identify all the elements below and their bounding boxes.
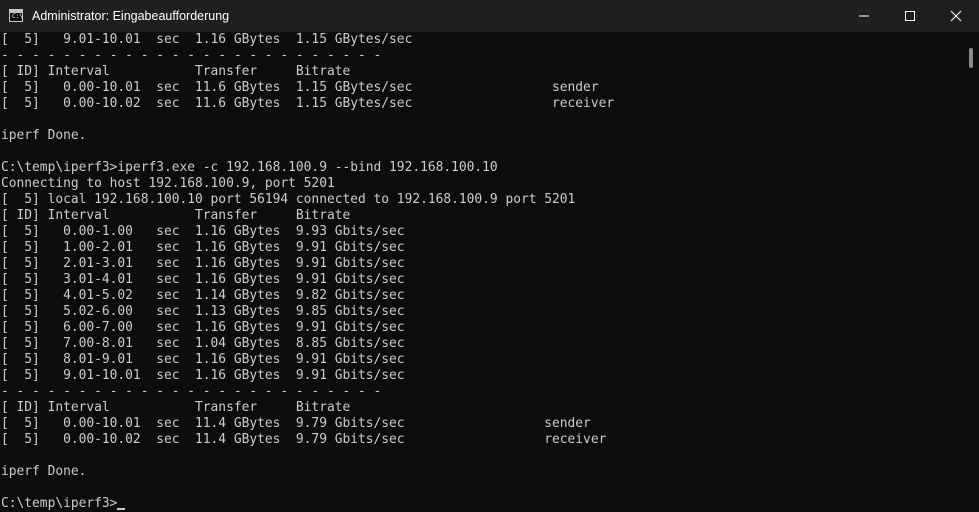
command-prompt-window: C:\ Administrator: Eingabeaufforderung [… — [0, 0, 979, 512]
console-line: [ 5] 0.00-10.02 sec 11.6 GBytes 1.15 GBy… — [1, 96, 615, 111]
console-line: [ 5] 0.00-1.00 sec 1.16 GBytes 9.93 Gbit… — [1, 224, 405, 239]
console-line: [ 5] 9.01-10.01 sec 1.16 GBytes 1.15 GBy… — [1, 32, 413, 47]
console-line: [ 5] 0.00-10.01 sec 11.6 GBytes 1.15 GBy… — [1, 80, 599, 95]
minimize-icon — [859, 15, 869, 17]
console-line: [ 5] 0.00-10.01 sec 11.4 GBytes 9.79 Gbi… — [1, 416, 591, 431]
scrollbar-thumb[interactable] — [969, 48, 973, 68]
console-line: [ 5] 4.01-5.02 sec 1.14 GBytes 9.82 Gbit… — [1, 288, 405, 303]
console-line: [ 5] 6.00-7.00 sec 1.16 GBytes 9.91 Gbit… — [1, 320, 405, 335]
console-line: [ 5] 1.00-2.01 sec 1.16 GBytes 9.91 Gbit… — [1, 240, 405, 255]
console-output[interactable]: [ 5] 9.01-10.01 sec 1.16 GBytes 1.15 GBy… — [0, 32, 963, 512]
console-line: iperf Done. — [1, 128, 87, 143]
console-line: [ 5] 2.01-3.01 sec 1.16 GBytes 9.91 Gbit… — [1, 256, 405, 271]
console-line: [ 5] local 192.168.100.10 port 56194 con… — [1, 192, 576, 207]
console-line: [ ID] Interval Transfer Bitrate — [1, 64, 351, 79]
close-icon — [950, 10, 962, 22]
text-cursor — [117, 508, 126, 510]
window-title: Administrator: Eingabeaufforderung — [32, 9, 230, 23]
console-line: [ 5] 7.00-8.01 sec 1.04 GBytes 8.85 Gbit… — [1, 336, 405, 351]
console-line: - - - - - - - - - - - - - - - - - - - - … — [1, 384, 382, 399]
console-line: [ ID] Interval Transfer Bitrate — [1, 400, 351, 415]
console-line: [ ID] Interval Transfer Bitrate — [1, 208, 351, 223]
console-line: iperf Done. — [1, 464, 87, 479]
console-line: [ 5] 0.00-10.02 sec 11.4 GBytes 9.79 Gbi… — [1, 432, 607, 447]
console-line: C:\temp\iperf3>iperf3.exe -c 192.168.100… — [1, 160, 498, 175]
console-line: [ 5] 5.02-6.00 sec 1.13 GBytes 9.85 Gbit… — [1, 304, 405, 319]
console-line: [ 5] 8.01-9.01 sec 1.16 GBytes 9.91 Gbit… — [1, 352, 405, 367]
minimize-button[interactable] — [841, 0, 887, 32]
title-bar[interactable]: C:\ Administrator: Eingabeaufforderung — [0, 0, 979, 32]
console-line: - - - - - - - - - - - - - - - - - - - - … — [1, 48, 382, 63]
prompt-line: C:\temp\iperf3> — [1, 496, 126, 512]
console-line: Connecting to host 192.168.100.9, port 5… — [1, 176, 335, 191]
close-button[interactable] — [933, 0, 979, 32]
console-line: [ 5] 3.01-4.01 sec 1.16 GBytes 9.91 Gbit… — [1, 272, 405, 287]
vertical-scrollbar[interactable] — [963, 32, 979, 512]
maximize-button[interactable] — [887, 0, 933, 32]
icon-prompt-glyph: C:\ — [12, 13, 23, 20]
command-prompt-icon[interactable]: C:\ — [9, 9, 23, 22]
console-line: [ 5] 9.01-10.01 sec 1.16 GBytes 9.91 Gbi… — [1, 368, 405, 383]
maximize-icon — [905, 11, 915, 21]
